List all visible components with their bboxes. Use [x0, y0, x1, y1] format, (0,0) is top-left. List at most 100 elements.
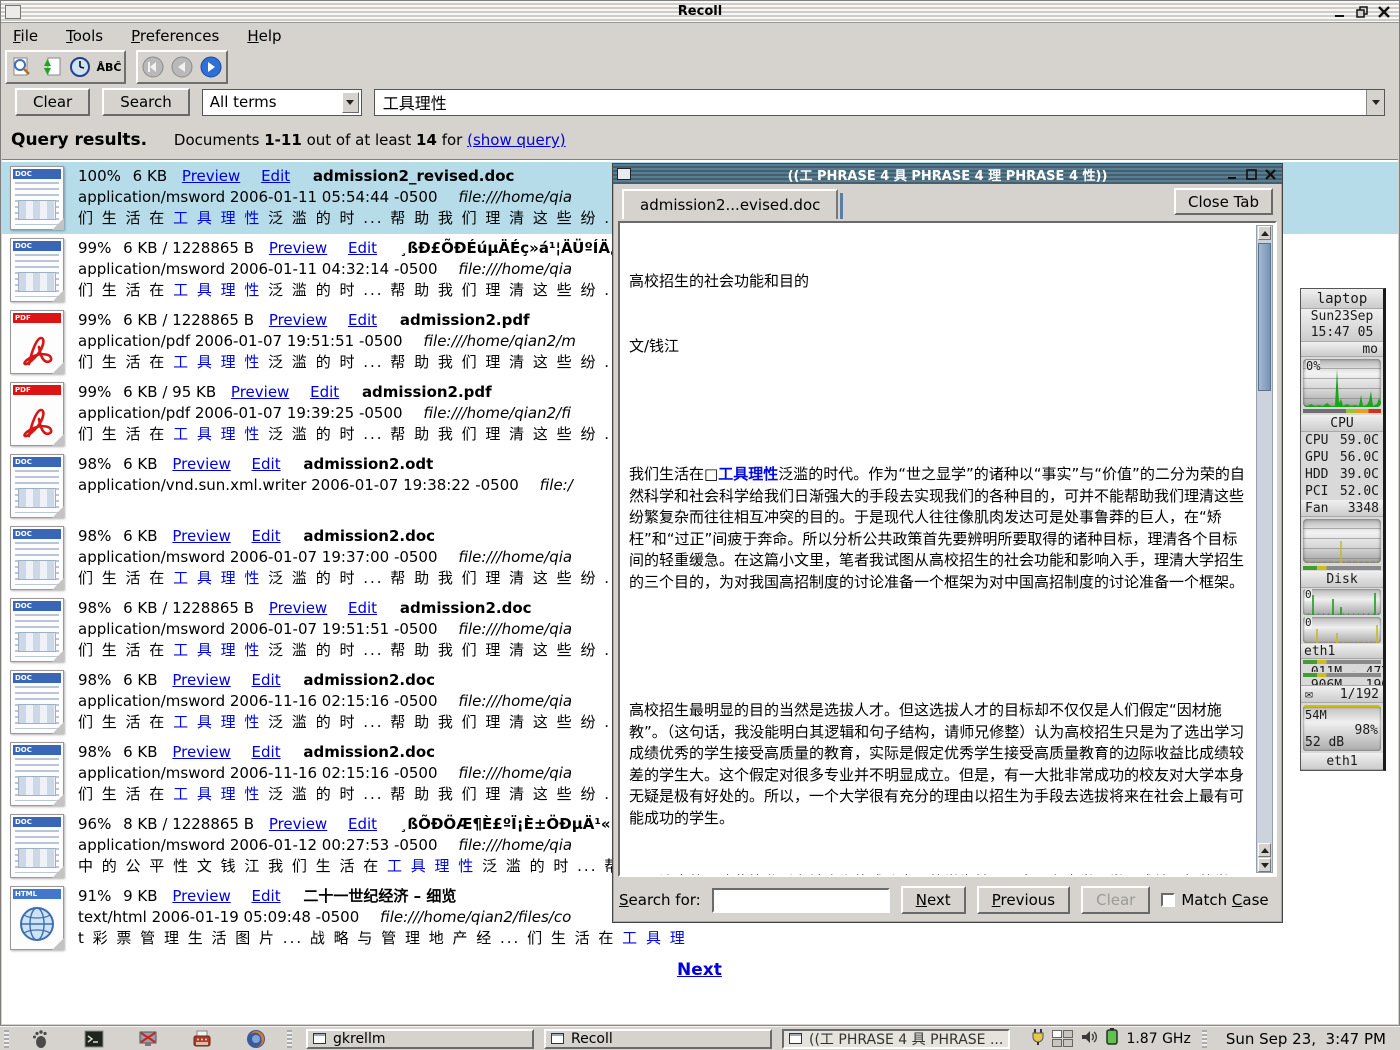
go-back-icon[interactable] [169, 54, 195, 80]
edit-link[interactable]: Edit [348, 815, 377, 833]
taskbar-clock[interactable]: Sun Sep 23, 3:47 PM [1218, 1030, 1396, 1048]
preview-link[interactable]: Preview [172, 743, 230, 761]
query-history-icon[interactable] [1366, 90, 1384, 115]
preview-link[interactable]: Preview [269, 239, 327, 257]
typewriter-launcher-icon[interactable] [189, 1028, 215, 1050]
edit-link[interactable]: Edit [252, 527, 281, 545]
doc-byline: 文/钱江 [629, 336, 1248, 358]
edit-link[interactable]: Edit [348, 599, 377, 617]
display-off-icon[interactable] [135, 1028, 161, 1050]
edit-link[interactable]: Edit [252, 743, 281, 761]
taskbar-window-button[interactable]: gkrellm [306, 1029, 534, 1049]
history-clock-icon[interactable] [67, 54, 93, 80]
preview-link[interactable]: Preview [269, 815, 327, 833]
search-button[interactable]: Search [102, 88, 190, 116]
edit-link[interactable]: Edit [348, 311, 377, 329]
panel-handle[interactable] [1202, 1030, 1207, 1048]
edit-link[interactable]: Edit [252, 671, 281, 689]
result-relevance: 91% [78, 887, 111, 905]
find-previous-button[interactable]: Previous [977, 886, 1070, 914]
preview-link[interactable]: Preview [231, 383, 289, 401]
preview-close-icon[interactable] [1264, 168, 1277, 181]
menu-item[interactable]: Preferences [131, 27, 219, 45]
power-plug-icon[interactable] [1031, 1028, 1045, 1050]
window-menu-icon[interactable] [5, 5, 21, 19]
scrollbar-thumb[interactable] [1258, 243, 1271, 391]
result-relevance: 98% [78, 599, 111, 617]
gnome-menu-icon[interactable] [27, 1028, 53, 1050]
file-type-icon[interactable]: PDF [10, 382, 64, 446]
cpu-freq-icon[interactable] [1105, 1028, 1119, 1050]
edit-link[interactable]: Edit [310, 383, 339, 401]
preview-link[interactable]: Preview [269, 599, 327, 617]
next-page-link[interactable]: Next [677, 960, 722, 980]
file-type-icon[interactable]: DOC [10, 742, 64, 806]
scroll-up-icon[interactable] [1258, 843, 1271, 857]
edit-link[interactable]: Edit [261, 167, 290, 185]
file-type-icon[interactable]: HTML [10, 886, 64, 950]
panel-handle[interactable] [4, 1030, 9, 1048]
firefox-launcher-icon[interactable] [243, 1028, 269, 1050]
file-type-icon[interactable]: DOC [10, 166, 64, 230]
restore-icon[interactable] [1355, 5, 1369, 19]
preview-link[interactable]: Preview [172, 671, 230, 689]
file-type-icon[interactable]: DOC [10, 814, 64, 878]
preview-window-menu-icon[interactable] [617, 168, 631, 180]
minimize-icon[interactable] [1333, 5, 1347, 19]
find-next-button[interactable]: Next [901, 886, 966, 914]
match-case-checkbox[interactable] [1161, 893, 1175, 907]
mail-row[interactable]: ✉ 1/192 [1301, 686, 1383, 703]
advanced-search-icon[interactable] [9, 54, 35, 80]
menu-item[interactable]: File [13, 27, 38, 45]
scroll-up-icon[interactable] [1258, 226, 1271, 240]
gkrellm-hostname[interactable]: laptop [1301, 289, 1383, 309]
doc-icon [15, 542, 59, 585]
preview-minimize-icon[interactable] [1226, 168, 1239, 181]
term-explorer-icon[interactable]: ÅBĈ [96, 54, 122, 80]
close-icon[interactable] [1377, 5, 1391, 19]
preview-link[interactable]: Preview [172, 527, 230, 545]
preview-link[interactable]: Preview [172, 887, 230, 905]
preview-maximize-icon[interactable] [1245, 168, 1258, 181]
workspace-switcher[interactable] [1052, 1030, 1073, 1047]
chevron-down-icon[interactable] [342, 92, 359, 113]
search-mode-select[interactable]: All terms [202, 89, 362, 116]
preview-tab[interactable]: admission2...evised.doc [622, 189, 838, 219]
main-titlebar[interactable]: Recoll [1, 1, 1399, 23]
result-relevance: 99% [78, 311, 111, 329]
file-type-icon[interactable]: DOC [10, 454, 64, 518]
file-type-icon[interactable]: DOC [10, 598, 64, 662]
menu-item[interactable]: Tools [66, 27, 103, 45]
preview-link[interactable]: Preview [269, 311, 327, 329]
preview-link[interactable]: Preview [182, 167, 240, 185]
terminal-launcher-icon[interactable] [81, 1028, 107, 1050]
find-input[interactable] [712, 888, 890, 913]
go-forward-icon[interactable] [198, 54, 224, 80]
preview-titlebar[interactable]: ((工 PHRASE 4 具 PHRASE 4 理 PHRASE 4 性)) [613, 164, 1282, 184]
edit-link[interactable]: Edit [348, 239, 377, 257]
clear-button[interactable]: Clear [15, 88, 90, 116]
file-type-icon[interactable]: DOC [10, 670, 64, 734]
close-tab-button[interactable]: Close Tab [1174, 188, 1273, 215]
find-clear-button[interactable]: Clear [1081, 886, 1150, 914]
file-type-icon[interactable]: DOC [10, 238, 64, 302]
panel-handle[interactable] [287, 1030, 292, 1048]
menu-item[interactable]: Help [247, 27, 281, 45]
edit-link[interactable]: Edit [252, 455, 281, 473]
doc-icon [15, 686, 59, 729]
taskbar-window-button[interactable]: ((工 PHRASE 4 具 PHRASE ... [782, 1029, 1010, 1049]
preview-scrollbar[interactable] [1256, 225, 1273, 873]
search-query-input[interactable] [375, 90, 1366, 115]
scroll-down-icon[interactable] [1258, 858, 1271, 872]
taskbar-window-button[interactable]: Recoll [544, 1029, 772, 1049]
file-type-icon[interactable]: PDF [10, 310, 64, 374]
show-query-link[interactable]: (show query) [467, 131, 566, 149]
preview-link[interactable]: Preview [172, 455, 230, 473]
match-case-option[interactable]: Match Case [1161, 891, 1268, 909]
volume-icon[interactable] [1080, 1029, 1098, 1049]
sort-params-icon[interactable] [38, 54, 64, 80]
cpu-frequency: 1.87 GHz [1126, 1031, 1190, 1047]
edit-link[interactable]: Edit [252, 887, 281, 905]
file-type-icon[interactable]: DOC [10, 526, 64, 590]
go-first-icon[interactable] [140, 54, 166, 80]
